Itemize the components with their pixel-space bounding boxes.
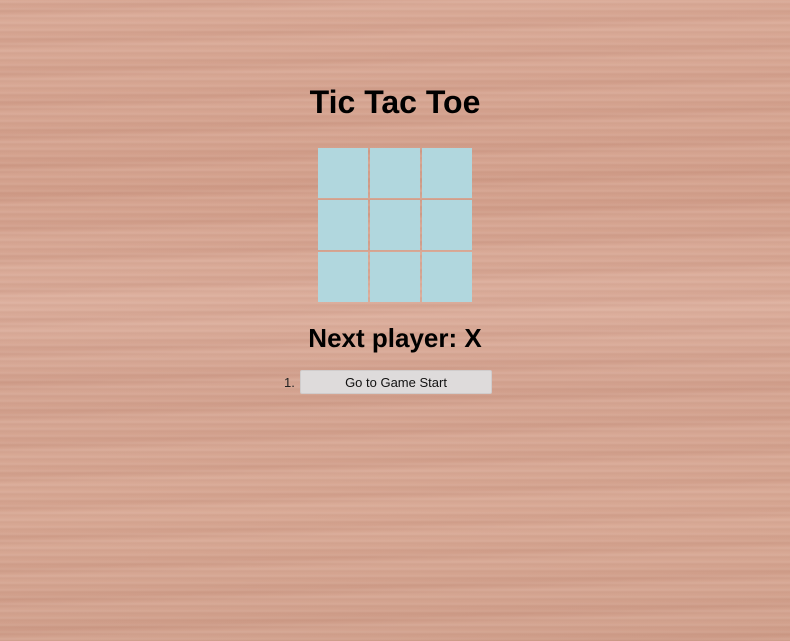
board-cell-6[interactable] <box>318 252 368 302</box>
board-cell-4[interactable] <box>370 200 420 250</box>
board-cell-2[interactable] <box>422 148 472 198</box>
go-to-game-start-button[interactable]: Go to Game Start <box>300 370 492 394</box>
board-cell-8[interactable] <box>422 252 472 302</box>
board-cell-5[interactable] <box>422 200 472 250</box>
board-cell-7[interactable] <box>370 252 420 302</box>
game-status: Next player: X <box>308 323 482 353</box>
game-board <box>318 148 472 302</box>
board-cell-1[interactable] <box>370 148 420 198</box>
page: Tic Tac Toe Next player: X 1. Go to Game… <box>0 0 790 641</box>
move-number: 1. <box>284 375 295 390</box>
board-cell-3[interactable] <box>318 200 368 250</box>
board-cell-0[interactable] <box>318 148 368 198</box>
game-title: Tic Tac Toe <box>309 84 481 120</box>
